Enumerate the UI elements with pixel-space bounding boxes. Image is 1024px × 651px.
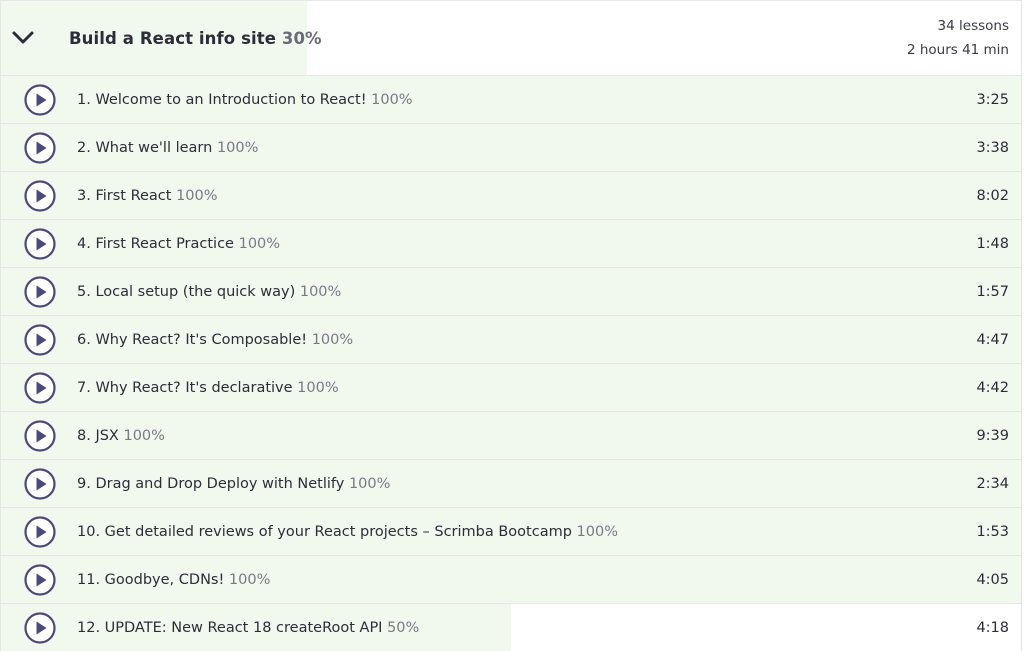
lesson-percent: 100% — [348, 475, 391, 492]
lesson-duration: 4:05 — [976, 571, 1009, 588]
lesson-row[interactable]: 12. UPDATE: New React 18 createRoot API … — [1, 604, 1021, 651]
lesson-percent: 100% — [238, 235, 281, 252]
play-icon[interactable] — [24, 179, 56, 212]
lesson-row[interactable]: 3. First React 100% 8:02 — [1, 172, 1021, 220]
lesson-percent: 50% — [387, 619, 420, 636]
lesson-percent: 100% — [299, 283, 342, 300]
lesson-title-text: 11. Goodbye, CDNs! — [77, 571, 225, 588]
lesson-duration: 3:25 — [976, 91, 1009, 108]
lesson-title[interactable]: 2. What we'll learn 100% — [77, 140, 258, 156]
lesson-duration: 1:48 — [976, 235, 1009, 252]
lesson-duration: 9:39 — [976, 427, 1009, 444]
lesson-list: 1. Welcome to an Introduction to React! … — [1, 76, 1021, 651]
lesson-title-text: 3. First React — [77, 187, 172, 204]
lesson-title-text: 5. Local setup (the quick way) — [77, 283, 296, 300]
lesson-row[interactable]: 5. Local setup (the quick way) 100% 1:57 — [1, 268, 1021, 316]
play-icon[interactable] — [24, 83, 56, 116]
lesson-title-text: 8. JSX — [77, 427, 119, 444]
lesson-duration: 4:42 — [976, 379, 1009, 396]
lesson-title[interactable]: 11. Goodbye, CDNs! 100% — [77, 572, 270, 588]
play-icon[interactable] — [24, 323, 56, 356]
lesson-title[interactable]: 5. Local setup (the quick way) 100% — [77, 284, 341, 300]
lesson-title[interactable]: 12. UPDATE: New React 18 createRoot API … — [77, 620, 419, 636]
lesson-percent: 100% — [176, 187, 218, 204]
section-title-text: Build a React info site — [69, 28, 277, 48]
lesson-duration: 1:53 — [976, 523, 1009, 540]
lesson-title-text: 4. First React Practice — [77, 235, 234, 252]
lesson-row[interactable]: 8. JSX 100% 9:39 — [1, 412, 1021, 460]
lesson-title[interactable]: 7. Why React? It's declarative 100% — [77, 380, 339, 396]
play-icon[interactable] — [24, 227, 56, 260]
lesson-row[interactable]: 9. Drag and Drop Deploy with Netlify 100… — [1, 460, 1021, 508]
lesson-row[interactable]: 7. Why React? It's declarative 100% 4:42 — [1, 364, 1021, 412]
lesson-title[interactable]: 6. Why React? It's Composable! 100% — [77, 332, 353, 348]
lesson-percent: 100% — [297, 379, 339, 396]
play-icon[interactable] — [24, 467, 56, 500]
section-meta: 34 lessons 2 hours 41 min — [907, 14, 1009, 62]
section-header[interactable]: Build a React info site 30% 34 lessons 2… — [1, 0, 1021, 76]
play-icon[interactable] — [24, 611, 56, 644]
lesson-percent: 100% — [576, 523, 618, 540]
lesson-percent: 100% — [123, 427, 165, 444]
lesson-title-text: 6. Why React? It's Composable! — [77, 331, 308, 348]
play-icon[interactable] — [24, 419, 56, 452]
lesson-percent: 100% — [311, 331, 354, 348]
section-progress-label: 30% — [281, 28, 322, 48]
lesson-duration: 4:18 — [976, 619, 1009, 636]
play-icon[interactable] — [24, 515, 56, 548]
lesson-title[interactable]: 9. Drag and Drop Deploy with Netlify 100… — [77, 476, 390, 492]
lesson-duration: 8:02 — [976, 187, 1009, 204]
lesson-title[interactable]: 3. First React 100% — [77, 188, 218, 204]
course-section-panel: Build a React info site 30% 34 lessons 2… — [0, 0, 1022, 651]
lesson-title[interactable]: 1. Welcome to an Introduction to React! … — [77, 92, 413, 108]
lesson-row[interactable]: 2. What we'll learn 100% 3:38 — [1, 124, 1021, 172]
lesson-title-text: 2. What we'll learn — [77, 139, 213, 156]
total-duration: 2 hours 41 min — [906, 42, 1009, 58]
section-title: Build a React info site 30% — [69, 29, 322, 48]
lesson-duration: 1:57 — [976, 283, 1009, 300]
lesson-percent: 100% — [216, 139, 259, 156]
lesson-row[interactable]: 10. Get detailed reviews of your React p… — [1, 508, 1021, 556]
lesson-title[interactable]: 10. Get detailed reviews of your React p… — [77, 524, 618, 540]
play-icon[interactable] — [24, 131, 56, 164]
lesson-percent: 100% — [228, 571, 271, 588]
lesson-title[interactable]: 4. First React Practice 100% — [77, 236, 280, 252]
lesson-duration: 2:34 — [976, 475, 1009, 492]
lesson-percent: 100% — [371, 91, 413, 108]
lesson-row[interactable]: 11. Goodbye, CDNs! 100% 4:05 — [1, 556, 1021, 604]
play-icon[interactable] — [24, 563, 56, 596]
lesson-title-text: 7. Why React? It's declarative — [77, 379, 293, 396]
lesson-row[interactable]: 4. First React Practice 100% 1:48 — [1, 220, 1021, 268]
play-icon[interactable] — [24, 275, 56, 308]
lesson-title-text: 9. Drag and Drop Deploy with Netlify — [77, 475, 345, 492]
lesson-duration: 3:38 — [976, 139, 1009, 156]
lesson-row[interactable]: 1. Welcome to an Introduction to React! … — [1, 76, 1021, 124]
play-icon[interactable] — [24, 371, 56, 404]
lesson-duration: 4:47 — [976, 331, 1009, 348]
lessons-count: 34 lessons — [937, 18, 1009, 34]
lesson-title-text: 10. Get detailed reviews of your React p… — [77, 523, 572, 540]
lesson-row[interactable]: 6. Why React? It's Composable! 100% 4:47 — [1, 316, 1021, 364]
chevron-down-icon[interactable] — [1, 31, 45, 45]
lesson-title[interactable]: 8. JSX 100% — [77, 428, 165, 444]
lesson-title-text: 1. Welcome to an Introduction to React! — [77, 91, 367, 108]
lesson-title-text: 12. UPDATE: New React 18 createRoot API — [77, 619, 383, 636]
